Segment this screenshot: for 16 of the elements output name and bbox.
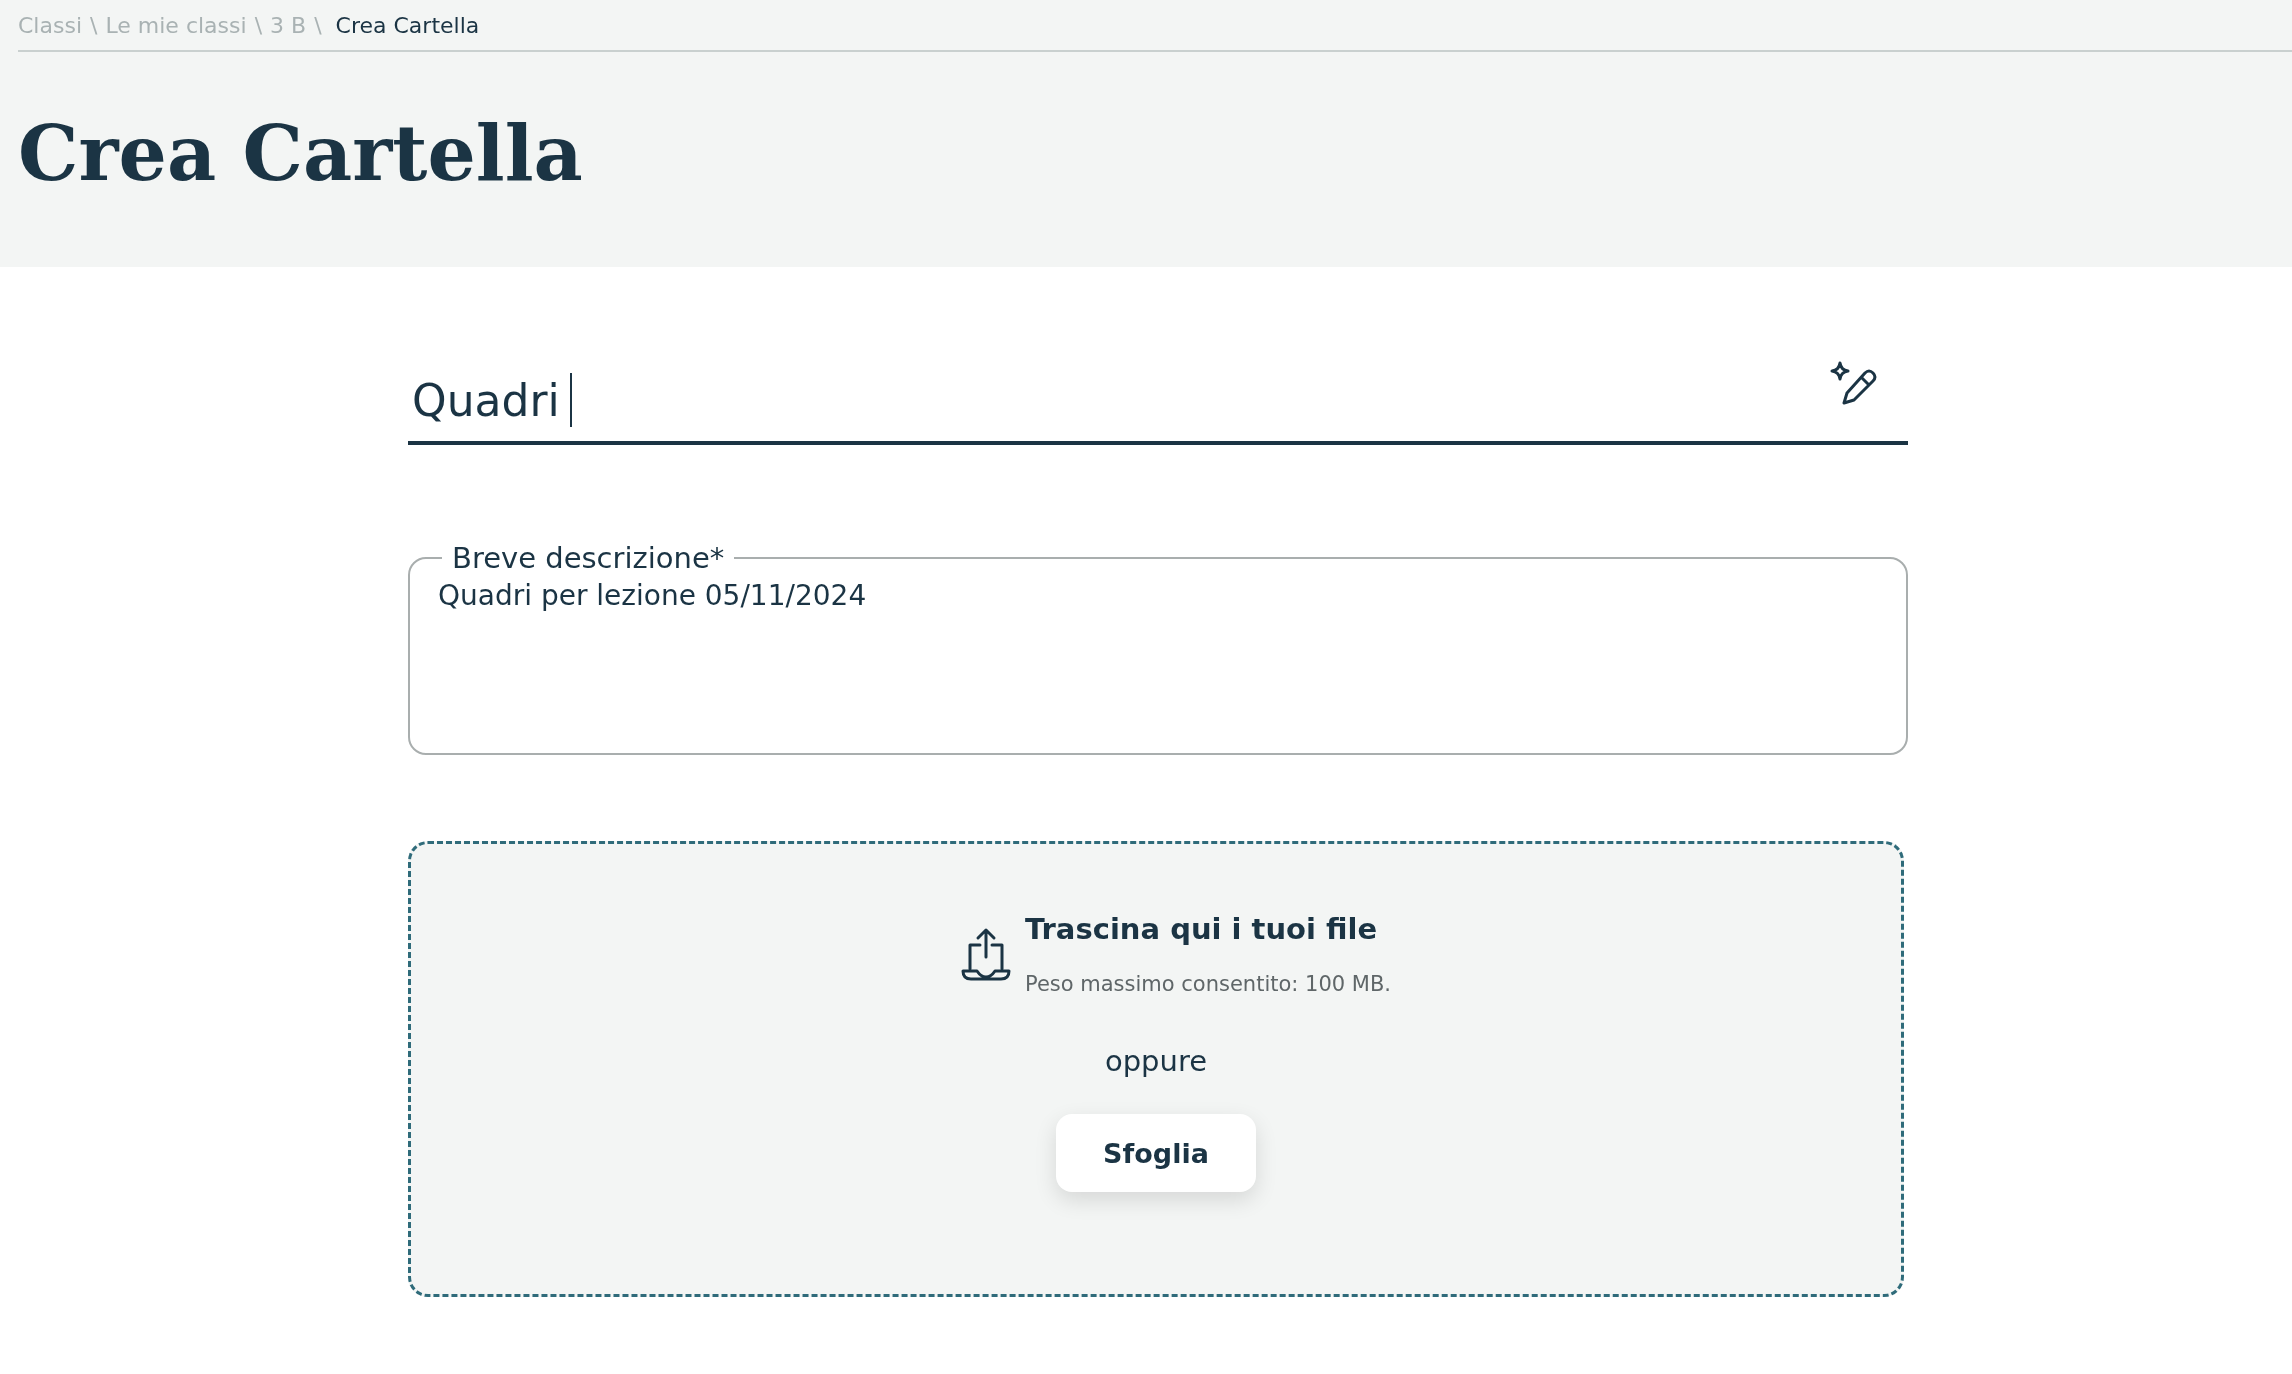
breadcrumb-separator: \ <box>90 12 98 38</box>
or-text: oppure <box>1104 1044 1208 1078</box>
text-cursor <box>569 373 572 427</box>
size-limit-text: Peso massimo consentito: 100 MB. <box>1024 972 1392 996</box>
page-title: Crea Cartella <box>18 116 584 192</box>
title-text: Quadri <box>412 374 560 426</box>
description-input[interactable]: Quadri per lezione 05/11/2024 <box>438 579 1878 729</box>
breadcrumb-separator: \ <box>254 12 263 38</box>
breadcrumb-separator: \ <box>314 12 322 38</box>
dropzone-heading: Trascina qui i tuoi file <box>1024 912 1379 946</box>
browse-button[interactable]: Sfoglia <box>1056 1114 1256 1192</box>
field-label: Breve descrizione* <box>451 541 726 575</box>
title-field[interactable]: Quadri <box>408 359 1908 445</box>
breadcrumb-link[interactable]: Crea Cartella <box>335 12 480 38</box>
upload-icon <box>960 927 1011 981</box>
file-dropzone[interactable]: Trascina qui i tuoi file Peso massimo consentito: 100 MB. oppure Sfoglia <box>408 841 1904 1297</box>
